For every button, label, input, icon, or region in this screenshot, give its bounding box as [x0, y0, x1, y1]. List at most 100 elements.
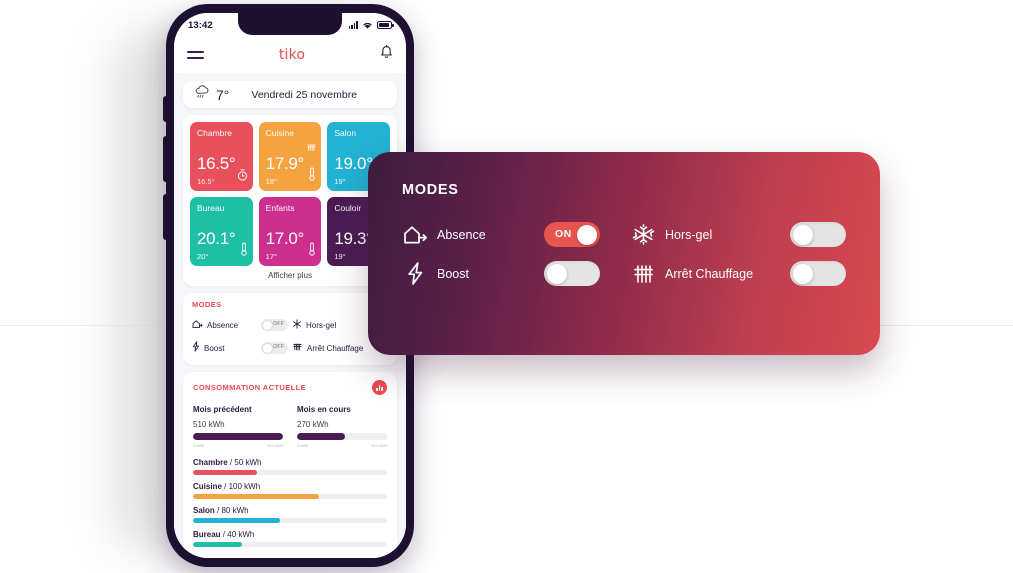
overlay-mode-row-absence[interactable]: Absence ON [402, 222, 618, 247]
overlay-mode-label: Boost [437, 266, 469, 281]
phone-volume-up-button[interactable] [163, 136, 166, 182]
room-card[interactable]: Cuisine 17.9° 18° [258, 122, 322, 191]
modes-overlay-grid: Absence ON Hors-gel Boost Arrêt Chauffag… [402, 222, 846, 286]
overlay-mode-toggle[interactable] [790, 261, 846, 286]
mode-row-absence[interactable]: Absence OFF [192, 316, 288, 334]
month-value: 510 kWh [193, 420, 225, 429]
radiator-icon [306, 140, 317, 158]
room-consumption-value: / 80 kWh [217, 506, 249, 515]
consumption-header: CONSOMMATION ACTUELLE [193, 380, 387, 395]
room-card[interactable]: Bureau 20.1° 20° [190, 197, 253, 266]
room-setpoint: 17° [265, 252, 277, 261]
room-temperature: 19.3° [334, 229, 373, 248]
weather-temperature: 7° [216, 86, 230, 103]
monthly-consumption: Mois précédent 510 kWh 0 kWh 510 kWh Moi… [193, 405, 387, 448]
room-card[interactable]: Enfants 17.0° 17° [258, 197, 322, 266]
room-consumption-bar [193, 470, 387, 475]
room-consumption-name: Salon [193, 506, 215, 515]
axis-max: 510 kWh [371, 443, 387, 448]
room-setpoint: 19° [334, 252, 346, 261]
rooms-card: Chambre 16.5° 16.5° Cuisine 17.9° 18° Sa… [183, 115, 397, 286]
room-card[interactable]: Chambre 16.5° 16.5° [190, 122, 253, 191]
room-temperature: 16.5° [197, 154, 236, 173]
month-progress-bar [297, 433, 387, 440]
mode-toggle-state: OFF [273, 321, 284, 327]
modes-mini-card: MODES Absence OFF Hors-gel Boost OFF Arr… [183, 293, 397, 365]
brand-logo: tiko [278, 47, 306, 63]
room-consumption-name: Cuisine [193, 482, 222, 491]
room-consumption-item: Salon / 80 kWh [193, 506, 387, 523]
app-bar: tiko [174, 37, 406, 73]
snowflake-icon [292, 316, 302, 334]
mode-toggle[interactable]: OFF [261, 342, 288, 354]
weather-bar[interactable]: 7° Vendredi 25 novembre [183, 81, 397, 108]
room-name: Bureau [197, 203, 225, 213]
room-temperature: 20.1° [197, 229, 236, 248]
page-root: 13:42 tiko 7° Vendredi 25 novembre Chamb… [0, 0, 1013, 573]
radiator-icon [292, 339, 303, 357]
modes-mini-grid: Absence OFF Hors-gel Boost OFF Arrêt Cha… [192, 316, 388, 357]
overlay-mode-row-hors-gel[interactable]: Hors-gel [630, 222, 846, 247]
room-temperature: 19.0° [334, 154, 373, 173]
overlay-mode-toggle[interactable]: ON [544, 222, 600, 247]
wifi-icon [362, 21, 373, 30]
mode-row-boost[interactable]: Boost OFF [192, 339, 288, 357]
radiator-icon [630, 262, 656, 285]
month-progress-bar [193, 433, 283, 440]
overlay-mode-row-arret-chauffage[interactable]: Arrêt Chauffage [630, 261, 846, 286]
axis-min: 0 kWh [297, 443, 309, 448]
house-exit-icon [402, 224, 428, 246]
overlay-mode-row-boost[interactable]: Boost [402, 261, 618, 286]
room-consumption-item: Chambre / 50 kWh [193, 458, 387, 475]
snowflake-icon [630, 223, 656, 246]
phone-mute-button[interactable] [163, 96, 166, 122]
room-consumption-item: Bureau / 40 kWh [193, 530, 387, 547]
cellular-signal-icon [348, 21, 358, 29]
room-name: Cuisine [265, 128, 295, 138]
overlay-mode-label: Hors-gel [665, 227, 713, 242]
bar-chart-icon[interactable] [372, 380, 387, 395]
lightning-bolt-icon [402, 261, 428, 286]
room-consumption-bar [193, 494, 387, 499]
mode-label: Absence [207, 320, 239, 330]
bell-icon[interactable] [380, 45, 393, 65]
axis-max: 510 kWh [267, 443, 283, 448]
room-consumption-value: / 100 kWh [224, 482, 261, 491]
month-block: Mois en cours 270 kWh 0 kWh 510 kWh [297, 405, 387, 448]
consumption-title: CONSOMMATION ACTUELLE [193, 383, 306, 392]
overlay-toggle-state: ON [555, 228, 572, 240]
overlay-mode-label: Absence [437, 227, 486, 242]
thermometer-icon [308, 167, 316, 186]
modes-mini-title: MODES [192, 300, 222, 309]
overlay-mode-label: Arrêt Chauffage [665, 266, 754, 281]
month-axis: 0 kWh 510 kWh [297, 443, 387, 448]
consumption-card: CONSOMMATION ACTUELLE Mois précédent 510… [183, 372, 397, 558]
room-temperature: 17.9° [265, 154, 305, 173]
room-name: Chambre [197, 128, 232, 138]
mode-toggle[interactable]: OFF [261, 319, 288, 331]
mode-label: Hors-gel [306, 320, 337, 330]
room-consumption-bar [193, 542, 387, 547]
room-consumption-value: / 40 kWh [222, 530, 255, 539]
phone-volume-down-button[interactable] [163, 194, 166, 240]
modes-overlay-panel: MODES Absence ON Hors-gel Boost Arrêt Ch… [368, 152, 880, 355]
room-setpoint: 16.5° [197, 177, 215, 186]
rooms-grid: Chambre 16.5° 16.5° Cuisine 17.9° 18° Sa… [190, 122, 390, 266]
room-consumption-bar [193, 518, 387, 523]
hamburger-menu-icon[interactable] [187, 50, 204, 60]
axis-min: 0 kWh [193, 443, 205, 448]
overlay-mode-toggle[interactable] [790, 222, 846, 247]
month-value: 270 kWh [297, 420, 329, 429]
month-label: Mois en cours [297, 405, 351, 414]
room-consumption-name: Bureau [193, 530, 221, 539]
month-axis: 0 kWh 510 kWh [193, 443, 283, 448]
status-bar-icons [348, 21, 394, 30]
lightning-bolt-icon [192, 339, 200, 357]
show-more-button[interactable]: Afficher plus [190, 266, 390, 282]
overlay-mode-toggle[interactable] [544, 261, 600, 286]
room-consumption-name: Chambre [193, 458, 228, 467]
room-temperature: 17.0° [265, 229, 305, 248]
status-bar-time: 13:42 [188, 19, 213, 31]
timer-icon [237, 168, 248, 186]
room-name: Salon [334, 128, 357, 138]
